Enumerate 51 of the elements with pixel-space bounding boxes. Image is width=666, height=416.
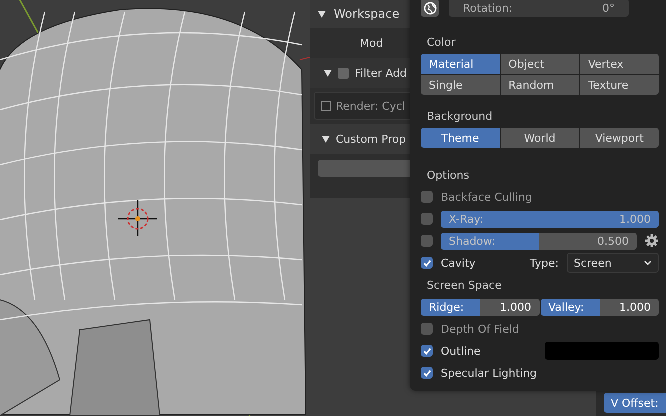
value-slider[interactable]: Valley: 1.000 [540,298,659,316]
color-swatch[interactable] [545,342,659,360]
collapse-icon[interactable] [324,70,332,76]
checkbox[interactable] [421,367,433,379]
option-label: Backface Culling [441,190,532,204]
background-option[interactable]: Viewport [580,128,659,148]
type-label: Type: [530,256,559,270]
checkbox[interactable] [421,345,433,357]
type-dropdown[interactable]: Screen [567,253,659,273]
3d-cursor-icon [118,200,157,236]
panel-title: Workspace [334,7,400,21]
checkbox[interactable] [421,191,433,203]
settings-icon[interactable] [645,234,659,248]
option-label: Depth Of Field [441,322,520,336]
checkmark-icon [422,258,432,268]
addon-row[interactable]: Render: Cycl [314,92,410,120]
checkmark-icon [422,346,432,356]
globe-icon[interactable] [421,0,439,17]
panel-title: Custom Prop [336,132,406,146]
checkbox[interactable] [338,68,349,78]
checkbox[interactable] [421,323,433,335]
checkbox[interactable] [421,235,433,247]
section-heading: Screen Space [426,278,502,292]
addon-label: Render: Cycl [336,100,406,112]
mode-label: Mod [360,36,384,50]
rotation-field[interactable]: Rotation: 0° [449,0,629,17]
color-option[interactable]: Random [500,75,580,95]
color-option[interactable]: Object [500,54,580,74]
background-option[interactable]: Theme [421,128,500,148]
checkmark-icon [422,368,432,378]
collapse-icon[interactable] [322,136,330,142]
filter-label: Filter Add [355,66,408,80]
checkbox[interactable] [421,213,433,225]
value-slider[interactable]: Ridge: 1.000 [421,298,540,316]
option-label: Specular Lighting [441,366,538,380]
collapse-icon[interactable] [318,10,326,18]
color-option[interactable]: Material [421,54,500,74]
checkbox[interactable] [421,257,433,269]
checkbox[interactable] [321,101,331,111]
option-label: Cavity [441,256,476,270]
color-option[interactable]: Vertex [580,54,659,74]
color-option[interactable]: Single [421,75,500,95]
v-offset-field[interactable]: V Offset: [604,393,666,413]
section-heading: Color [426,34,457,50]
option-label: Outline [441,344,481,358]
background-option[interactable]: World [500,128,580,148]
color-option[interactable]: Texture [580,75,659,95]
section-heading: Options [426,168,470,184]
chevron-down-icon [644,260,652,266]
section-heading: Background [426,108,494,124]
value-slider[interactable]: Shadow: 0.500 [441,232,637,250]
